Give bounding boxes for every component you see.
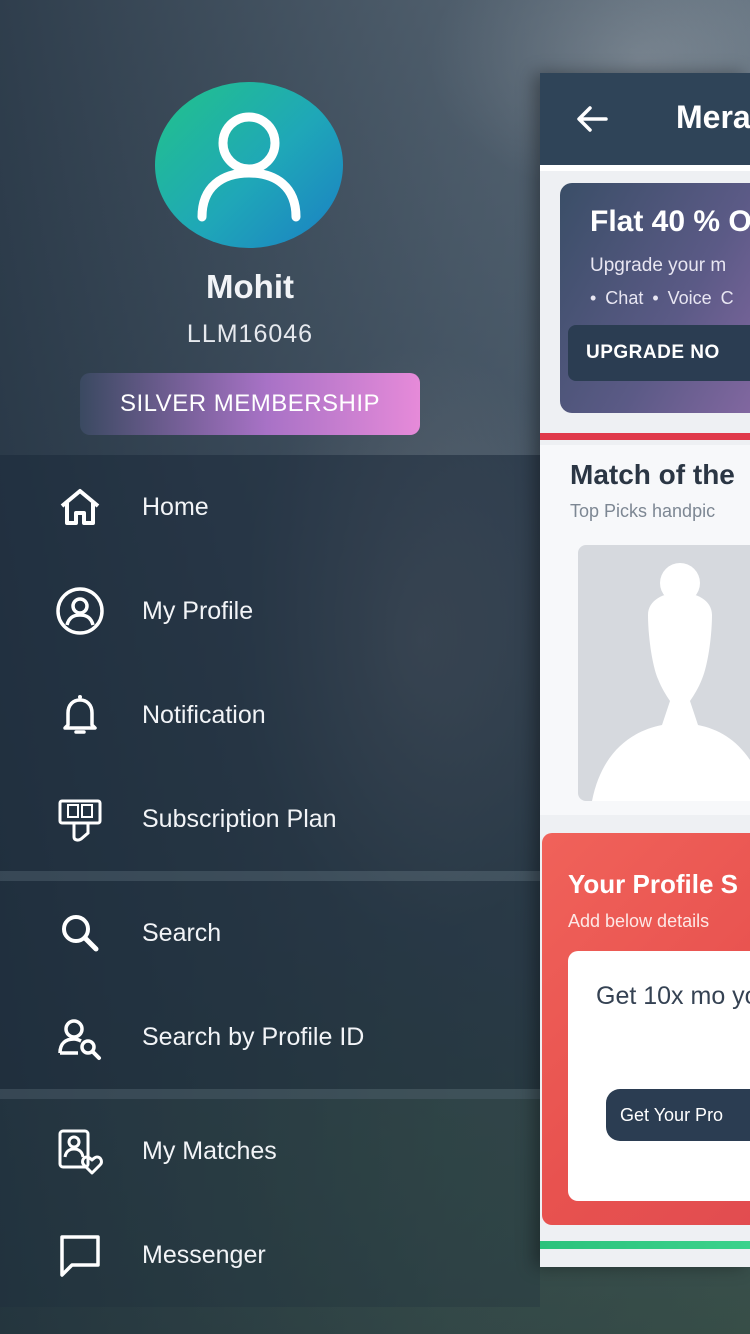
subscription-icon xyxy=(52,791,108,847)
drawer-menu: Home My Profile Notification Subscriptio… xyxy=(0,455,540,1307)
get-profile-score-button[interactable]: Get Your Pro xyxy=(606,1089,750,1141)
menu-divider xyxy=(0,871,540,881)
bell-icon xyxy=(52,687,108,743)
back-arrow-icon[interactable] xyxy=(572,99,612,139)
upgrade-now-button[interactable]: UPGRADE NO xyxy=(568,325,750,381)
match-of-the-day-card: Match of the Top Picks handpic xyxy=(540,445,750,815)
female-avatar-icon xyxy=(592,563,750,801)
section-divider xyxy=(540,433,750,440)
menu-group-main: Home My Profile Notification Subscriptio… xyxy=(0,455,540,871)
membership-badge[interactable]: SILVER MEMBERSHIP xyxy=(80,373,420,435)
matches-icon xyxy=(52,1123,108,1179)
match-subtitle: Top Picks handpic xyxy=(570,501,716,521)
menu-label-notification: Notification xyxy=(142,700,266,729)
user-icon xyxy=(197,112,301,222)
chat-icon xyxy=(52,1227,108,1283)
user-profile-id: LLM16046 xyxy=(186,320,314,348)
profile-score-subtitle: Add below details xyxy=(568,911,710,931)
menu-item-search-by-profile-id[interactable]: Search by Profile ID xyxy=(0,985,540,1089)
menu-label-search: Search xyxy=(142,918,222,947)
avatar[interactable] xyxy=(155,82,343,248)
menu-group-search: Search Search by Profile ID xyxy=(0,881,540,1089)
menu-item-notification[interactable]: Notification xyxy=(0,663,540,767)
home-icon xyxy=(52,479,108,535)
user-name: Mohit xyxy=(206,268,294,305)
menu-label-subscription-plan: Subscription Plan xyxy=(142,804,337,833)
menu-item-search[interactable]: Search xyxy=(0,881,540,985)
menu-item-my-profile[interactable]: My Profile xyxy=(0,559,540,663)
profile-score-inner-card: Get 10x mo your profile Get Your Pro xyxy=(568,951,750,1201)
offer-subtitle: Upgrade your m xyxy=(590,255,727,276)
match-photo-placeholder[interactable] xyxy=(578,545,750,801)
menu-item-subscription-plan[interactable]: Subscription Plan xyxy=(0,767,540,871)
offer-features: • Chat • Voice C xyxy=(590,288,734,308)
menu-item-messenger[interactable]: Messenger xyxy=(0,1203,540,1307)
appbar-divider xyxy=(540,165,750,171)
bottom-stripe xyxy=(540,1241,750,1249)
offer-title: Flat 40 % O xyxy=(590,205,750,238)
menu-item-home[interactable]: Home xyxy=(0,455,540,559)
profile-score-title: Your Profile S xyxy=(568,869,738,899)
app-title: Mera xyxy=(676,99,750,135)
navigation-drawer: Mohit LLM16046 SILVER MEMBERSHIP Home My… xyxy=(0,0,540,1334)
main-screen: Mera Flat 40 % O Upgrade your m • Chat •… xyxy=(540,73,750,1267)
profile-score-text: Get 10x mo your profile xyxy=(596,982,750,1010)
menu-label-messenger: Messenger xyxy=(142,1240,266,1269)
profile-icon xyxy=(52,583,108,639)
profile-search-icon xyxy=(52,1009,108,1065)
menu-label-my-matches: My Matches xyxy=(142,1136,277,1165)
menu-label-my-profile: My Profile xyxy=(142,596,254,625)
menu-item-my-matches[interactable]: My Matches xyxy=(0,1099,540,1203)
profile-score-card: Your Profile S Add below details Get 10x… xyxy=(542,833,750,1225)
app-bar: Mera xyxy=(540,73,750,165)
menu-label-home: Home xyxy=(142,492,209,521)
menu-divider xyxy=(0,1089,540,1099)
menu-label-search-by-profile-id: Search by Profile ID xyxy=(142,1022,365,1051)
match-title: Match of the xyxy=(570,459,735,490)
menu-group-matches: My Matches Messenger xyxy=(0,1099,540,1307)
search-icon xyxy=(52,905,108,961)
